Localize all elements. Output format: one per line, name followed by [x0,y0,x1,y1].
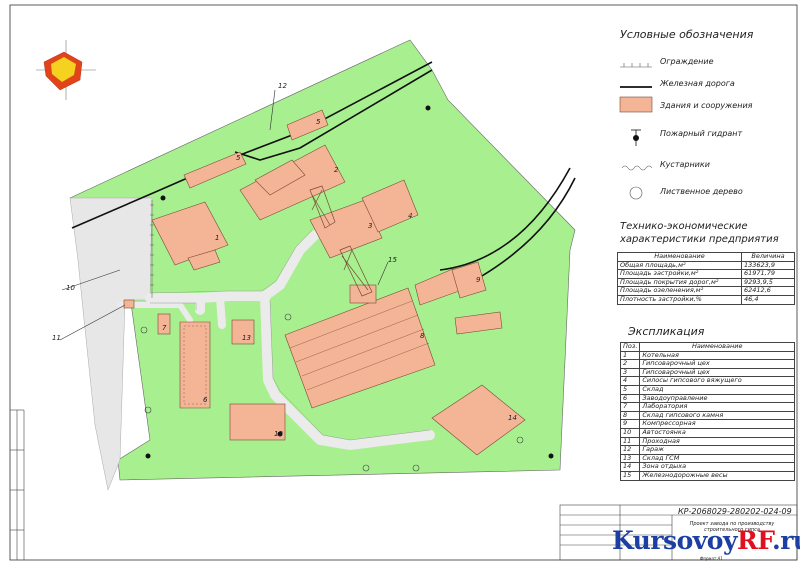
map-label-5: 5 [236,154,241,162]
map-label-10: 10 [66,284,75,292]
explication-cell: 5 [619,384,641,395]
table-row: Плотность застройки,% 46,4 [617,294,795,305]
map-label-4: 4 [408,212,412,220]
map-label-13: 13 [242,334,251,342]
explication-cell: 2 [619,359,641,369]
table-row: 15 Железнодорожные весы [619,470,795,481]
tech-header-row: Наименование Величина [617,252,795,262]
explication-cell: Гипсоварочный цех [639,359,795,369]
map-label-11: 11 [52,334,61,342]
map-label-8: 8 [420,332,425,340]
table-row: 2 Гипсоварочный цех [619,359,795,369]
legend-buildings-label: Здания и сооружения [660,101,753,110]
tech-cell: Плотность застройки,% [617,294,742,305]
explication-header-name: Наименование [639,342,795,352]
legend-hydrant-label: Пожарный гидрант [660,129,743,138]
tech-cell: Площадь застройки,м² [617,269,742,279]
legend-tree-label: Лиственное дерево [660,187,743,196]
table-row: 12 Гараж [619,445,795,455]
watermark-main: Kursovoy [612,526,738,555]
stamp-code: КР-2068029-280202-024-09 [678,507,792,516]
stamp-sheet-format: Формат А1 [700,556,723,561]
table-row: 10 Автостоянка [619,427,795,438]
wind-rose-icon [36,40,96,100]
watermark-logo: KursovoyRF.ru [612,526,800,555]
explication-cell: Склад [639,384,795,395]
drawing-sheet: 1 2 3 4 5 5 6 7 8 9 10 11 12 12 13 14 15 [0,0,800,565]
map-label-1: 1 [215,234,219,242]
map-label-12: 12 [274,430,283,438]
explication-cell: 15 [619,470,641,481]
explication-cell: Железнодорожные весы [639,470,795,481]
building-15-scale [349,284,377,304]
map-label-14: 14 [508,414,517,422]
explication-table: Поз. Наименование 1 Котельная 2 Гипсовароч… [619,342,795,481]
map-label-5b: 5 [316,118,321,126]
map-label-2: 2 [334,166,339,174]
tech-title-line1: Технико-экономические [620,221,748,232]
explication-title: Экспликация [628,325,705,338]
map-label-6: 6 [203,396,208,404]
building-11-checkpoint [123,299,135,309]
table-row: 5 Склад [619,384,795,395]
legend-fence-label: Ограждение [660,57,714,66]
explication-cell: Лаборатория [639,402,795,412]
watermark-accent: RF [737,526,773,555]
tech-header-name: Наименование [617,252,742,262]
tech-title: Технико-экономические характеристики пре… [620,220,779,246]
map-label-12-rail: 12 [278,82,287,90]
tech-cell: 61971,79 [741,269,795,279]
table-row: Площадь застройки,м² 61971,79 [617,269,795,279]
legend-title: Условные обозначения [620,28,754,41]
map-label-9: 9 [476,276,481,284]
explication-cell: Автостоянка [639,427,795,438]
tech-cell: 46,4 [741,294,795,305]
tech-header-value: Величина [741,252,795,262]
explication-cell: 7 [619,402,641,412]
table-row: 7 Лаборатория [619,402,795,412]
explication-header-pos: Поз. [619,342,641,352]
explication-cell: 12 [619,445,641,455]
legend-railway-label: Железная дорога [660,79,735,88]
legend-shrubs-label: Кустарники [660,160,710,169]
map-label-3: 3 [368,222,372,230]
map-label-15: 15 [388,256,397,264]
tech-title-line2: характеристики предприятия [620,234,779,245]
explication-cell: 10 [619,427,641,438]
legend-symbols [619,63,653,200]
explication-cell: Гараж [639,445,795,455]
explication-header-row: Поз. Наименование [619,342,795,352]
map-label-7: 7 [162,324,167,332]
watermark-suffix: .ru [772,526,800,555]
tech-table: Наименование Величина Общая площадь,м² 13… [617,252,795,305]
